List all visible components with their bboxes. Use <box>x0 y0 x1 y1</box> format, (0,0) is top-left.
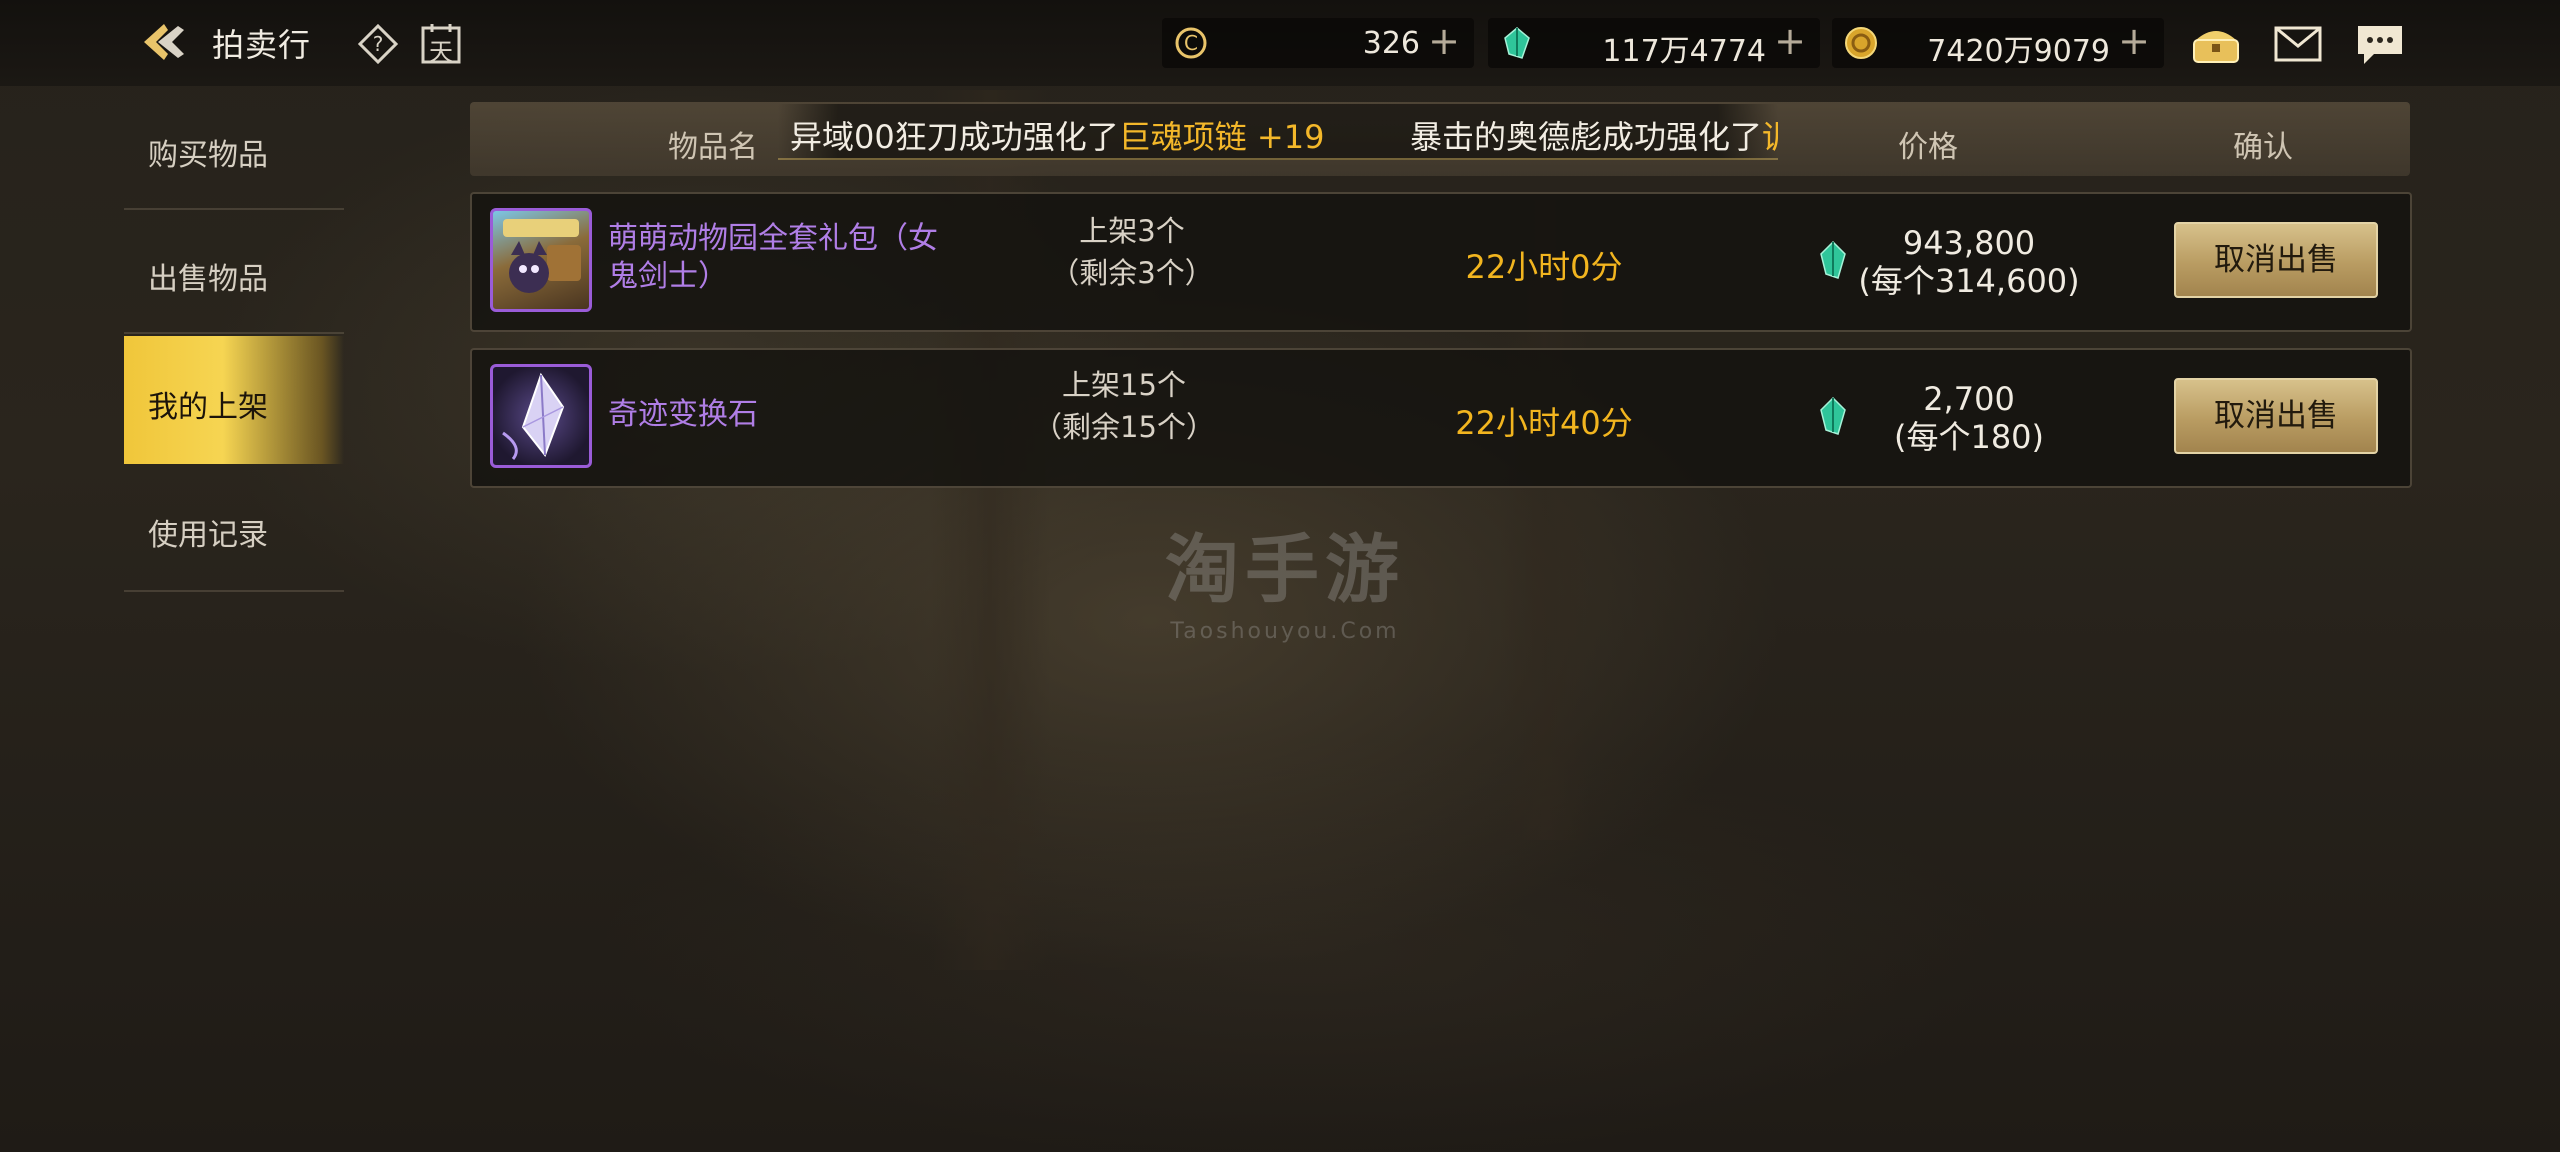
add-currency-button[interactable]: + <box>1774 22 1806 60</box>
watermark-url: Taoshouyou.Com <box>1170 619 1400 644</box>
time-remaining: 22小时40分 <box>1455 404 1633 442</box>
sidebar-item-sell[interactable]: 出售物品 <box>124 210 344 334</box>
page-title: 拍卖行 <box>212 26 312 64</box>
sidebar-item-label: 出售物品 <box>148 262 268 297</box>
ticker-message: 异域00狂刀成功强化了巨魂项链 +19 <box>790 112 1324 158</box>
ticker-item-highlight: 巨魂项链 +19 <box>1118 118 1325 156</box>
price-total: 2,700 <box>1923 380 2015 418</box>
currency-green-gem: 117万4774 + <box>1488 18 1820 69</box>
treasure-chest-icon[interactable] <box>2188 20 2244 68</box>
listing-row: 萌萌动物园全套礼包（女 鬼剑士） 上架3个 （剩余3个） 22小时0分 943,… <box>470 192 2412 332</box>
currency-c-coin: C 326 + <box>1162 18 1474 68</box>
currency-value: 7420万9079 <box>1927 34 2110 69</box>
item-name-line: 鬼剑士） <box>608 259 728 294</box>
price-total: 943,800 <box>1902 224 2036 262</box>
sidebar-item-my-listings[interactable]: 我的上架 <box>124 336 344 464</box>
mail-icon[interactable] <box>2270 20 2326 68</box>
time-remaining: 22小时0分 <box>1465 248 1623 286</box>
c-coin-icon: C <box>1174 26 1208 60</box>
watermark: 淘手游 Taoshouyou.Com <box>1150 510 1420 644</box>
item-name-line: 萌萌动物园全套礼包（女 <box>608 221 938 256</box>
gold-coin-icon <box>1844 26 1878 60</box>
ticker-item-highlight: 训 <box>1762 118 1778 156</box>
watermark-logo-text: 淘手游 <box>1165 527 1405 613</box>
sidebar-item-usage-log[interactable]: 使用记录 <box>124 466 344 592</box>
top-bar: 拍卖行 ? 天 C 326 + 117万4774 + 7420万9079 + <box>0 0 2560 86</box>
cancel-sale-button[interactable]: 取消出售 <box>2174 222 2378 298</box>
cancel-sale-button[interactable]: 取消出售 <box>2174 378 2378 454</box>
listing-quantity: 上架15个 （剩余15个） <box>994 364 1254 448</box>
ticker-message: 暴击的奥德彪成功强化了训 <box>1410 112 1778 158</box>
remaining-count: （剩余3个） <box>1050 256 1214 290</box>
question-diamond-icon[interactable]: ? <box>357 23 399 65</box>
sidebar-item-label: 我的上架 <box>148 390 268 425</box>
listed-count: 上架15个 <box>1062 368 1186 402</box>
listing-quantity: 上架3个 （剩余3个） <box>1002 210 1262 294</box>
price-each: (每个314,600) <box>1858 262 2080 300</box>
chat-icon[interactable] <box>2352 20 2408 68</box>
broadcast-ticker: 异域00狂刀成功强化了巨魂项链 +19 暴击的奥德彪成功强化了训 <box>778 104 1778 160</box>
item-name: 萌萌动物园全套礼包（女 鬼剑士） <box>608 220 968 296</box>
listed-count: 上架3个 <box>1079 214 1185 248</box>
calendar-day-text: 天 <box>429 38 453 66</box>
currency-value: 326 <box>1362 26 1420 61</box>
column-header-item-name: 物品名 <box>668 130 758 165</box>
svg-text:?: ? <box>373 32 384 56</box>
ticker-text: 异域00狂刀成功强化了 <box>790 118 1119 156</box>
currency-gold-coin: 7420万9079 + <box>1832 18 2164 69</box>
column-header-confirm: 确认 <box>2233 130 2293 165</box>
column-header-price: 价格 <box>1898 130 1958 165</box>
listing-price: 943,800 (每个314,600) <box>1844 224 2094 300</box>
price-each: (每个180) <box>1893 418 2045 456</box>
sidebar-item-buy[interactable]: 购买物品 <box>124 86 344 210</box>
zoo-gift-pack-icon[interactable] <box>490 208 592 312</box>
listing-row: 奇迹变换石 上架15个 （剩余15个） 22小时40分 2,700 (每个180… <box>470 348 2412 488</box>
currency-value: 117万4774 <box>1602 34 1766 69</box>
ticker-text: 暴击的奥德彪成功强化了 <box>1410 118 1763 156</box>
listing-price: 2,700 (每个180) <box>1844 380 2094 456</box>
add-currency-button[interactable]: + <box>1428 22 1460 60</box>
add-currency-button[interactable]: + <box>2118 22 2150 60</box>
back-arrow-icon[interactable] <box>140 18 192 66</box>
calendar-day-icon[interactable]: 天 <box>420 22 462 66</box>
sidebar-item-label: 购买物品 <box>148 138 268 173</box>
svg-text:C: C <box>1184 31 1198 55</box>
remaining-count: （剩余15个） <box>1033 410 1215 444</box>
green-gem-icon <box>1500 26 1534 60</box>
item-name: 奇迹变换石 <box>608 397 758 432</box>
sidebar-item-label: 使用记录 <box>148 518 268 553</box>
miracle-transform-stone-icon[interactable] <box>490 364 592 468</box>
